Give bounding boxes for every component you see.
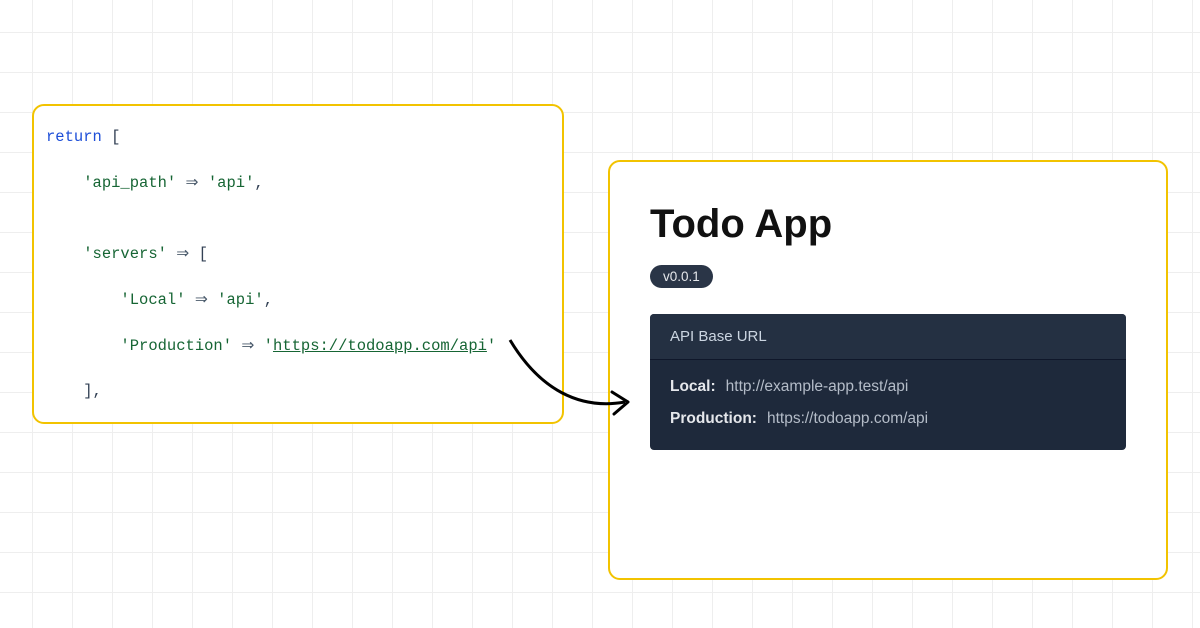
keyword: return xyxy=(46,128,102,146)
string: ' xyxy=(487,337,496,355)
version-badge: v0.0.1 xyxy=(650,265,713,288)
arrow: ⇒ xyxy=(186,173,199,191)
api-row-label: Production: xyxy=(670,410,757,428)
arrow: ⇒ xyxy=(195,290,208,308)
api-box-body: Local: http://example-app.test/api Produ… xyxy=(650,360,1126,450)
api-row: Local: http://example-app.test/api xyxy=(670,378,1106,396)
api-box: API Base URL Local: http://example-app.t… xyxy=(650,314,1126,450)
punct: [ xyxy=(111,128,120,146)
punct: [ xyxy=(199,245,208,263)
string: 'servers' xyxy=(83,245,167,263)
code-line: ], xyxy=(46,380,550,403)
code-line: 'api_path' ⇒ 'api', xyxy=(46,171,550,195)
api-row-url: http://example-app.test/api xyxy=(726,378,909,396)
string: 'api_path' xyxy=(83,174,176,192)
api-box-header: API Base URL xyxy=(650,314,1126,360)
url-literal: https://todoapp.com/api xyxy=(273,337,487,355)
code-line: 'Production' ⇒ 'https://todoapp.com/api' xyxy=(46,334,550,358)
code-line: 'servers' ⇒ [ xyxy=(46,242,550,266)
arrow: ⇒ xyxy=(176,244,189,262)
string: ' xyxy=(264,337,273,355)
string: 'api' xyxy=(208,174,255,192)
api-row: Production: https://todoapp.com/api xyxy=(670,410,1106,428)
punct: ] xyxy=(83,382,92,400)
punct: , xyxy=(264,291,273,309)
app-title: Todo App xyxy=(650,202,1126,247)
arrow: ⇒ xyxy=(241,336,254,354)
code-line: return [ xyxy=(46,126,550,149)
api-row-label: Local: xyxy=(670,378,716,396)
code-card: return [ 'api_path' ⇒ 'api', 'servers' ⇒… xyxy=(32,104,564,424)
punct: , xyxy=(254,174,263,192)
punct: , xyxy=(93,382,102,400)
app-card: Todo App v0.0.1 API Base URL Local: http… xyxy=(608,160,1168,580)
code-line: 'Local' ⇒ 'api', xyxy=(46,288,550,312)
string: 'Production' xyxy=(120,337,232,355)
api-row-url: https://todoapp.com/api xyxy=(767,410,928,428)
string: 'Local' xyxy=(120,291,185,309)
string: 'api' xyxy=(217,291,264,309)
